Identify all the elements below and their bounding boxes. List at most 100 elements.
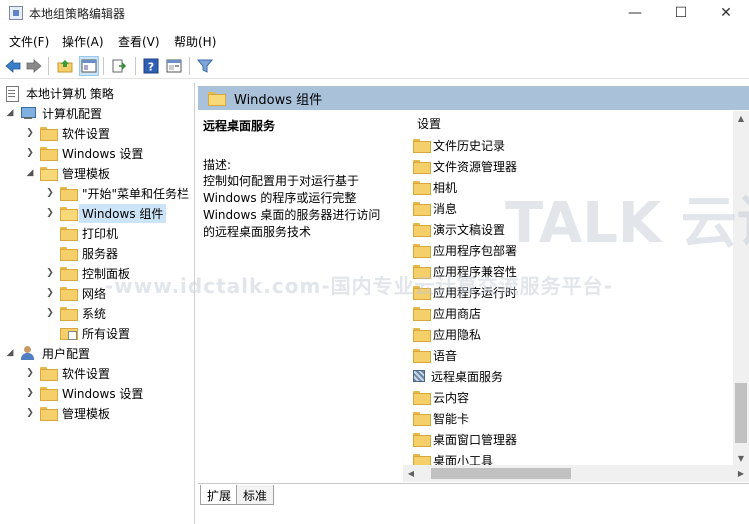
menu-view[interactable]: 查看(V) <box>118 33 160 50</box>
toolbar-separator <box>103 57 104 75</box>
list-item[interactable]: 应用商店 <box>413 303 481 323</box>
export-icon[interactable] <box>109 56 129 76</box>
folder-icon <box>413 349 431 363</box>
list-item[interactable]: 文件资源管理器 <box>413 156 517 176</box>
folder-icon <box>40 367 58 381</box>
collapsed-arrow-icon[interactable]: ❯ <box>44 268 56 278</box>
tree-item-admin-templates[interactable]: ◢ 管理模板 <box>24 163 113 183</box>
properties-icon[interactable] <box>164 56 184 76</box>
tree-item-start-menu[interactable]: ❯ "开始"菜单和任务栏 <box>44 183 192 203</box>
list-item[interactable]: 应用程序包部署 <box>413 240 517 260</box>
collapsed-arrow-icon[interactable]: ❯ <box>24 408 36 418</box>
list-item[interactable]: 云内容 <box>413 387 469 407</box>
folder-icon <box>40 127 58 141</box>
close-button[interactable]: ✕ <box>703 0 749 29</box>
tree-item-user-software-settings[interactable]: ❯ 软件设置 <box>24 363 113 383</box>
description-label: 描述: <box>203 158 232 172</box>
tree-item-printers[interactable]: 打印机 <box>44 223 121 243</box>
list-item-label: 应用商店 <box>433 306 482 321</box>
tree-item-windows-settings[interactable]: ❯ Windows 设置 <box>24 143 146 163</box>
list-item[interactable]: 应用隐私 <box>413 324 481 344</box>
scroll-right-icon[interactable]: ▶ <box>733 465 749 482</box>
list-item[interactable]: 文件历史记录 <box>413 135 505 155</box>
expanded-arrow-icon[interactable]: ◢ <box>4 348 16 358</box>
tree-item-control-panel[interactable]: ❯ 控制面板 <box>44 263 133 283</box>
collapsed-arrow-icon[interactable]: ❯ <box>24 388 36 398</box>
collapsed-arrow-icon[interactable]: ❯ <box>44 208 56 218</box>
tree-label: Windows 组件 <box>79 203 167 223</box>
tree-label: 服务器 <box>82 246 119 261</box>
tree-item-user-admin-templates[interactable]: ❯ 管理模板 <box>24 403 113 423</box>
vertical-scrollbar[interactable]: ▲ ▼ <box>733 111 749 467</box>
folder-icon <box>413 202 431 216</box>
collapsed-arrow-icon[interactable]: ❯ <box>24 368 36 378</box>
back-icon[interactable] <box>3 56 23 76</box>
tab-standard[interactable]: 标准 <box>236 485 275 505</box>
menu-file[interactable]: 文件(F) <box>9 33 49 50</box>
details-header-title: Windows 组件 <box>234 92 323 108</box>
list-item[interactable]: 语音 <box>413 345 457 365</box>
list-item[interactable]: 智能卡 <box>413 408 469 428</box>
collapsed-arrow-icon[interactable]: ❯ <box>24 128 36 138</box>
toolbar-separator <box>189 57 190 75</box>
menu-action[interactable]: 操作(A) <box>62 33 104 50</box>
column-header-settings[interactable]: 设置 <box>417 115 441 132</box>
tree-item-all-settings[interactable]: 所有设置 <box>44 323 133 343</box>
folder-icon <box>413 223 431 237</box>
list-item[interactable]: 消息 <box>413 198 457 218</box>
list-item-label: 桌面窗口管理器 <box>433 432 518 447</box>
tree-item-user-config[interactable]: ◢ 用户配置 <box>4 343 93 363</box>
list-item-label: 云内容 <box>433 390 470 405</box>
scroll-up-icon[interactable]: ▲ <box>733 111 749 127</box>
horizontal-scrollbar[interactable]: ◀ ▶ <box>403 465 749 482</box>
list-item[interactable]: 相机 <box>413 177 457 197</box>
folder-icon <box>413 433 431 447</box>
forward-icon[interactable] <box>24 56 44 76</box>
tab-extended[interactable]: 扩展 <box>200 485 239 505</box>
help-icon[interactable]: ? <box>141 56 161 76</box>
expanded-arrow-icon[interactable]: ◢ <box>4 108 16 118</box>
folder-icon <box>40 407 58 421</box>
maximize-button[interactable]: ☐ <box>658 0 704 29</box>
tree-root[interactable]: 本地计算机 策略 <box>4 83 117 103</box>
list-item[interactable]: 应用程序兼容性 <box>413 261 517 281</box>
title-bar: 本地组策略编辑器 — ☐ ✕ <box>0 0 749 29</box>
collapsed-arrow-icon[interactable]: ❯ <box>44 308 56 318</box>
minimize-button[interactable]: — <box>612 0 658 29</box>
scrollbar-thumb[interactable] <box>431 468 571 479</box>
tree-item-network[interactable]: ❯ 网络 <box>44 283 109 303</box>
folder-open-icon <box>40 167 58 181</box>
list-item[interactable]: 应用程序运行时 <box>413 282 517 302</box>
tree-item-computer-config[interactable]: ◢ 计算机配置 <box>4 103 105 123</box>
collapsed-arrow-icon[interactable]: ❯ <box>24 148 36 158</box>
tree-item-system[interactable]: ❯ 系统 <box>44 303 109 323</box>
filter-icon[interactable] <box>195 56 215 76</box>
view-tabs: 扩展 标准 <box>198 483 749 505</box>
collapsed-arrow-icon[interactable]: ❯ <box>44 188 56 198</box>
collapsed-arrow-icon[interactable]: ❯ <box>44 288 56 298</box>
expanded-arrow-icon[interactable]: ◢ <box>24 168 36 178</box>
policy-setting-icon <box>413 370 425 382</box>
tree-item-user-windows-settings[interactable]: ❯ Windows 设置 <box>24 383 146 403</box>
user-icon <box>20 346 36 360</box>
tree-item-server[interactable]: 服务器 <box>44 243 121 263</box>
details-pane: Windows 组件 远程桌面服务 描述: 控制如何配置用于对运行基于 Wind… <box>198 83 749 524</box>
scroll-left-icon[interactable]: ◀ <box>403 465 419 482</box>
menu-help[interactable]: 帮助(H) <box>174 33 216 50</box>
list-item-label: 智能卡 <box>433 411 470 426</box>
show-tree-icon[interactable] <box>79 56 99 76</box>
up-folder-icon[interactable] <box>55 56 75 76</box>
tree-label: 计算机配置 <box>42 106 103 121</box>
list-item[interactable]: 桌面窗口管理器 <box>413 429 517 449</box>
folder-icon <box>413 307 431 321</box>
scrollbar-thumb[interactable] <box>735 383 747 443</box>
tree-item-windows-components[interactable]: ❯ Windows 组件 <box>44 203 167 223</box>
policy-document-icon <box>4 86 20 102</box>
list-item[interactable]: 演示文稿设置 <box>413 219 505 239</box>
tree-item-software-settings[interactable]: ❯ 软件设置 <box>24 123 113 143</box>
folder-icon <box>60 267 78 281</box>
tree-label: 软件设置 <box>62 366 111 381</box>
settings-list[interactable]: 设置 文件历史记录 文件资源管理器 相机 消息 演示文稿设置 应用程序包部署 应用程序兼容性… <box>403 111 733 467</box>
list-item[interactable]: 远程桌面服务 <box>413 366 503 386</box>
tree-label: 用户配置 <box>42 346 91 361</box>
